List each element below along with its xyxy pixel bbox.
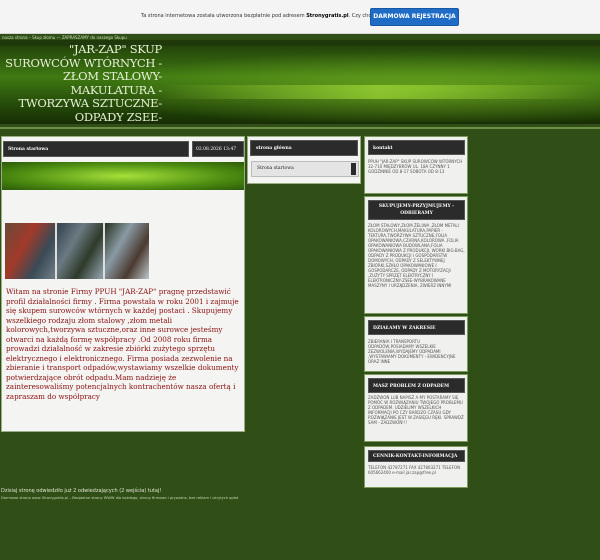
sidebar-kontakt-body: PPUH "JAR-ZAP" SKUP SUROWCÓW WTÓRNYCH 32…: [368, 159, 463, 174]
sidebar-dzialamy-body: ZBIERANIA I TRANSPORTU ODPADÓW,POSIADAMY…: [368, 339, 456, 364]
sidebar-skupujemy-body: ZŁOM STALOWY,ZŁOM ŻELIWA ,ZŁOM METALI KO…: [368, 223, 465, 288]
scrap-photo: [5, 223, 149, 279]
sidebar-problem-body: ZADZWOŃ LUB NAPISZ A MY POSTARAMY SIĘ PO…: [368, 395, 464, 425]
promo-site-link[interactable]: Stronygratis.pl: [306, 13, 348, 19]
navigation-panel: strona główna Strona startowa: [247, 136, 361, 184]
site-title: "JAR-ZAP" SKUP SUROWCÓW WTÓRNYCH - ZŁOM …: [5, 42, 162, 124]
sidebar-cennik: CENNIK-KONTAKT-INFORMACJA TELEFON 427872…: [364, 446, 468, 488]
visit-counter: Dzisiaj stronę odwiedziło już 2 odwiedza…: [1, 488, 162, 494]
page-title: Strona startowa: [3, 141, 189, 157]
sidebar-kontakt-title: kontakt: [368, 140, 465, 155]
register-button[interactable]: DARMOWA REJESTRACJA: [370, 8, 459, 26]
footer-link[interactable]: Darmowa strona www Stronygratis.pl – Bez…: [1, 496, 238, 500]
header-divider: [0, 127, 600, 129]
datetime-display: 02.08.2026 13:47: [192, 141, 244, 157]
sidebar-cennik-body: TELEFON 42787271 FAX 427803271 TELEFON 6…: [368, 465, 461, 475]
sidebar-skupujemy: SKUPUJEMY-PRZYJMUJEMY - ODBIERAMY ZŁOM S…: [364, 196, 468, 314]
sidebar-problem: MASZ PROBLEM Z ODPADEM ZADZWOŃ LUB NAPIS…: [364, 374, 468, 442]
intro-paragraph: Witam na stronie Firmy PPUH "JAR-ZAP" pr…: [6, 287, 239, 401]
promo-bar: Ta strona internetowa została utworzona …: [0, 0, 600, 34]
sidebar-dzialamy: DZIAŁAMY W ZAKRESIE ZBIERANIA I TRANSPOR…: [364, 316, 468, 372]
sidebar-dzialamy-title: DZIAŁAMY W ZAKRESIE: [368, 320, 465, 335]
header-light-streak: [160, 85, 600, 99]
sidebar-skupujemy-title: SKUPUJEMY-PRZYJMUJEMY - ODBIERAMY: [368, 200, 465, 220]
nav-title: strona główna: [250, 140, 358, 156]
nav-item-strona-startowa[interactable]: Strona startowa: [251, 161, 359, 177]
sidebar-cennik-title: CENNIK-KONTAKT-INFORMACJA: [368, 450, 465, 462]
sidebar-problem-title: MASZ PROBLEM Z ODPADEM: [368, 378, 465, 393]
main-content: Strona startowa 02.08.2026 13:47 Witam n…: [1, 136, 245, 432]
sidebar-kontakt: kontakt PPUH "JAR-ZAP" SKUP SUROWCÓW WTÓ…: [364, 136, 468, 194]
site-header: "JAR-ZAP" SKUP SUROWCÓW WTÓRNYCH - ZŁOM …: [0, 40, 600, 124]
decorative-banner: [2, 162, 244, 190]
